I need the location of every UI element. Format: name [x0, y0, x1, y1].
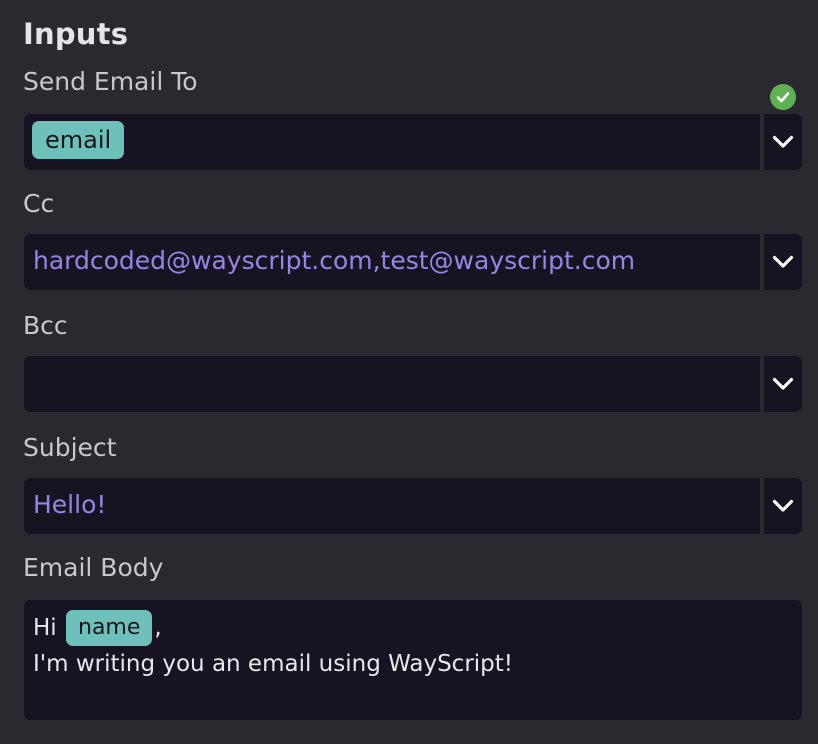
- subject-label: Subject: [23, 433, 117, 462]
- email-body-textarea[interactable]: Hi name, I'm writing you an email using …: [24, 600, 802, 720]
- subject-dropdown-button[interactable]: [764, 478, 802, 534]
- chevron-down-icon: [772, 135, 794, 148]
- cc-field[interactable]: hardcoded@wayscript.com,test@wayscript.c…: [24, 234, 802, 290]
- body-line-1: Hi name,: [33, 610, 793, 646]
- variable-tag-email[interactable]: email: [32, 121, 125, 159]
- send-to-tag-wrap: email: [32, 121, 125, 159]
- send-to-field[interactable]: email: [24, 114, 802, 170]
- cc-label: Cc: [23, 189, 55, 218]
- chevron-down-icon: [772, 499, 794, 512]
- section-title: Inputs: [23, 17, 129, 51]
- variable-tag-name[interactable]: name: [66, 610, 153, 646]
- send-to-label: Send Email To: [23, 67, 198, 96]
- send-to-dropdown-button[interactable]: [764, 114, 802, 170]
- email-body-label: Email Body: [23, 553, 164, 582]
- chevron-down-icon: [772, 255, 794, 268]
- body-comma: ,: [154, 615, 162, 641]
- subject-field[interactable]: Hello!: [24, 478, 802, 534]
- valid-check-icon: [770, 84, 796, 110]
- cc-dropdown-button[interactable]: [764, 234, 802, 290]
- inputs-panel: Inputs Send Email To email Cc hardcoded@…: [0, 0, 818, 744]
- bcc-label: Bcc: [23, 311, 68, 340]
- body-line-2: I'm writing you an email using WayScript…: [33, 651, 514, 677]
- cc-value[interactable]: hardcoded@wayscript.com,test@wayscript.c…: [33, 234, 635, 290]
- chevron-down-icon: [772, 377, 794, 390]
- body-greeting: Hi: [33, 615, 57, 641]
- bcc-field[interactable]: [24, 356, 802, 412]
- bcc-dropdown-button[interactable]: [764, 356, 802, 412]
- subject-value[interactable]: Hello!: [33, 478, 106, 534]
